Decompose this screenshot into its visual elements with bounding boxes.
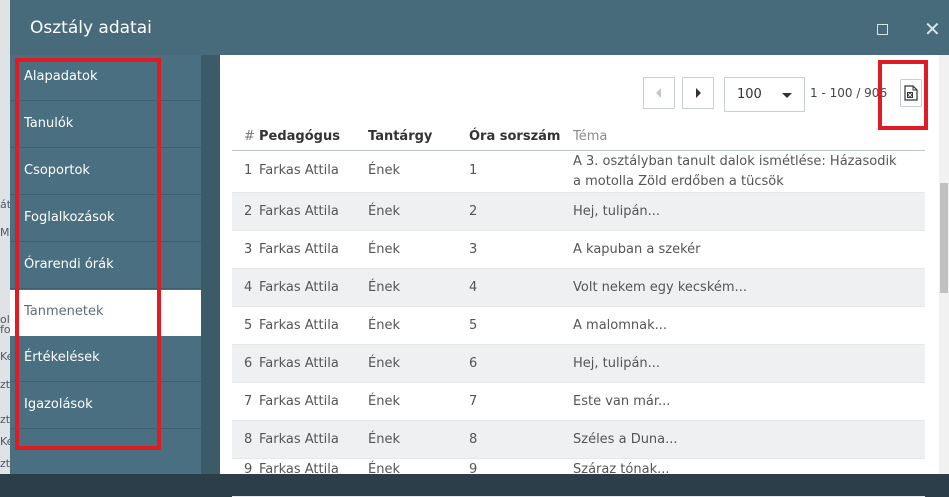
table-row[interactable]: 1 Farkas Attila Ének 1 A 3. osztályban t… <box>232 151 925 193</box>
bg-fragment: zt <box>0 457 11 470</box>
cell-tantargy: Ének <box>368 163 400 178</box>
cell-num: 9 <box>244 462 253 477</box>
sidebar-item-igazolasok[interactable]: Igazolások <box>10 383 207 429</box>
table-row[interactable]: 5 Farkas Attila Ének 5 A malomnak... <box>232 307 925 345</box>
cell-ora: 6 <box>469 356 478 371</box>
cell-tema: A kapuban a szekér <box>573 242 701 257</box>
cell-num: 6 <box>244 356 253 371</box>
page-size-select[interactable]: 100 <box>724 77 805 112</box>
excel-export-button[interactable] <box>900 79 922 107</box>
table-row[interactable]: 3 Farkas Attila Ének 3 A kapuban a szeké… <box>232 231 925 269</box>
cell-ora: 5 <box>469 318 478 333</box>
cell-tantargy: Ének <box>368 394 400 409</box>
tanmenetek-panel: 100 1 - 100 / 906 # Pedagógus Tantárgy Ó… <box>220 55 949 497</box>
cell-tantargy: Ének <box>368 462 400 477</box>
sidebar-item-label: Foglalkozások <box>24 210 115 225</box>
sidebar-item-label: Órarendi órák <box>24 257 114 272</box>
cell-pedagogus: Farkas Attila <box>259 356 339 371</box>
cell-ora: 4 <box>469 280 478 295</box>
cell-tantargy: Ének <box>368 432 400 447</box>
cell-tema: Széles a Duna... <box>573 432 678 447</box>
cell-pedagogus: Farkas Attila <box>259 318 339 333</box>
page-size-value: 100 <box>737 87 762 102</box>
bg-fragment: zt <box>0 413 11 426</box>
cell-tema: Volt nekem egy kecském... <box>573 280 747 295</box>
sidebar-item-ertekelesek[interactable]: Értékelések <box>10 336 207 382</box>
dialog-title: Osztály adatai <box>30 18 152 38</box>
chevron-down-icon <box>782 93 792 98</box>
class-details-dialog: Osztály adatai ✕ Alapadatok Tanulók Csop… <box>10 0 949 497</box>
prev-page-button[interactable] <box>643 77 675 109</box>
cell-pedagogus: Farkas Attila <box>259 242 339 257</box>
cell-ora: 2 <box>469 204 478 219</box>
cell-ora: 9 <box>469 462 478 477</box>
cell-tema: Hej, tulipán... <box>573 204 661 219</box>
table-row[interactable]: 2 Farkas Attila Ének 2 Hej, tulipán... <box>232 193 925 231</box>
table-row[interactable]: 8 Farkas Attila Ének 8 Széles a Duna... <box>232 421 925 459</box>
cell-tema: A 3. osztályban tanult dalok ismétlése: … <box>573 154 897 189</box>
scrollbar-thumb[interactable] <box>940 183 948 293</box>
cell-num: 3 <box>244 242 253 257</box>
cell-num: 7 <box>244 394 253 409</box>
table-row[interactable]: 9 Farkas Attila Ének 9 Száraz tónak... <box>232 459 925 497</box>
sidebar-item-label: Alapadatok <box>24 69 98 84</box>
cell-tema: Este van már... <box>573 394 671 409</box>
cell-num: 4 <box>244 280 253 295</box>
content-scrollbar[interactable] <box>939 55 949 474</box>
cell-num: 2 <box>244 204 253 219</box>
cell-pedagogus: Farkas Attila <box>259 163 339 178</box>
sidebar-item-foglalkozasok[interactable]: Foglalkozások <box>10 196 207 242</box>
cell-tema: Száraz tónak... <box>573 462 670 477</box>
table-row[interactable]: 6 Farkas Attila Ének 6 Hej, tulipán... <box>232 345 925 383</box>
table-row[interactable]: 7 Farkas Attila Ének 7 Este van már... <box>232 383 925 421</box>
column-header-pedagogus[interactable]: Pedagógus <box>259 129 340 144</box>
sidebar-scrollbar[interactable] <box>201 55 207 474</box>
close-icon[interactable]: ✕ <box>924 18 941 40</box>
sidebar-item-label: Igazolások <box>24 397 93 412</box>
sidebar-item-orarendi-orak[interactable]: Órarendi órák <box>10 243 207 289</box>
sidebar-item-tanulok[interactable]: Tanulók <box>10 102 207 148</box>
column-header-tantargy[interactable]: Tantárgy <box>368 129 432 144</box>
sidebar-nav: Alapadatok Tanulók Csoportok Foglalkozás… <box>10 55 207 474</box>
pagination-range: 1 - 100 / 906 <box>810 86 888 100</box>
chevron-right-icon <box>696 88 701 98</box>
cell-pedagogus: Farkas Attila <box>259 280 339 295</box>
cell-tantargy: Ének <box>368 356 400 371</box>
bg-fragment: zt <box>0 378 11 391</box>
cell-num: 8 <box>244 432 253 447</box>
cell-pedagogus: Farkas Attila <box>259 432 339 447</box>
sidebar-item-alapadatok[interactable]: Alapadatok <box>10 55 207 101</box>
sidebar-item-tanmenetek[interactable]: Tanmenetek <box>10 290 207 336</box>
cell-pedagogus: Farkas Attila <box>259 394 339 409</box>
sidebar-item-csoportok[interactable]: Csoportok <box>10 149 207 195</box>
cell-num: 5 <box>244 318 253 333</box>
sidebar-item-label: Tanulók <box>24 116 74 131</box>
bg-fragment: M <box>0 226 10 239</box>
sidebar-item-label: Csoportok <box>24 163 90 178</box>
excel-file-icon <box>904 85 918 101</box>
sidebar-item-label: Tanmenetek <box>24 304 104 319</box>
cell-tantargy: Ének <box>368 242 400 257</box>
cell-ora: 7 <box>469 394 478 409</box>
cell-pedagogus: Farkas Attila <box>259 204 339 219</box>
column-header-num: # <box>244 129 255 144</box>
next-page-button[interactable] <box>682 77 714 109</box>
cell-tantargy: Ének <box>368 318 400 333</box>
cell-tantargy: Ének <box>368 280 400 295</box>
cell-ora: 8 <box>469 432 478 447</box>
cell-num: 1 <box>244 163 253 178</box>
cell-ora: 3 <box>469 242 478 257</box>
table-row[interactable]: 4 Farkas Attila Ének 4 Volt nekem egy ke… <box>232 269 925 307</box>
dialog-titlebar: Osztály adatai ✕ <box>10 0 949 55</box>
cell-ora: 1 <box>469 163 478 178</box>
maximize-icon[interactable] <box>877 24 888 35</box>
cell-pedagogus: Farkas Attila <box>259 462 339 477</box>
column-header-tema[interactable]: Téma <box>573 129 607 144</box>
sidebar-item-label: Értékelések <box>24 350 100 365</box>
chevron-left-icon <box>656 88 661 98</box>
cell-tema: A malomnak... <box>573 318 668 333</box>
column-header-ora-sorszam[interactable]: Óra sorszám <box>469 129 560 144</box>
cell-tema: Hej, tulipán... <box>573 356 661 371</box>
cell-tantargy: Ének <box>368 204 400 219</box>
